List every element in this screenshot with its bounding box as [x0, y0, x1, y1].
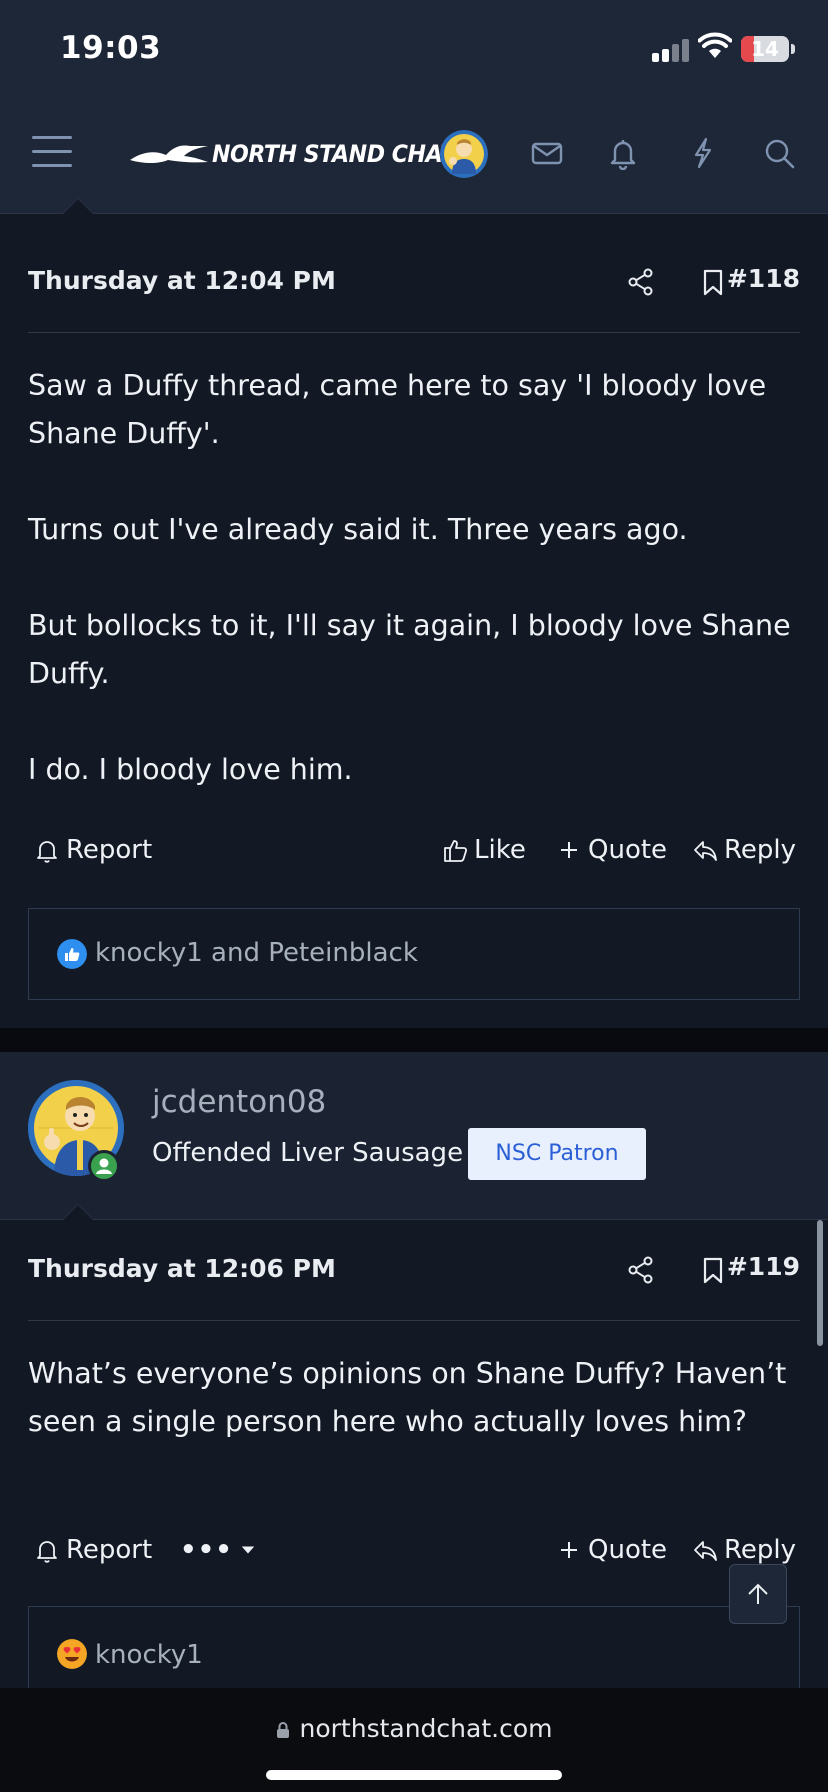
scrollbar[interactable]: [817, 1220, 823, 1346]
address-bar[interactable]: northstandchat.com: [0, 1714, 828, 1743]
status-time: 19:03: [60, 30, 162, 66]
post-paragraph: Turns out I've already said it. Three ye…: [28, 513, 688, 546]
post-paragraph: I do. I bloody love him.: [28, 753, 353, 786]
more-label: •••: [180, 1535, 233, 1565]
thumbs-up-icon: [444, 840, 468, 862]
battery-icon: 14: [741, 36, 789, 62]
heart-eyes-reaction-icon: [57, 1639, 87, 1669]
like-label: Like: [474, 835, 526, 865]
mail-icon[interactable]: [530, 136, 564, 170]
plus-icon: [561, 842, 577, 858]
post-notch: [62, 1204, 94, 1220]
post-notch: [62, 198, 94, 214]
post-separator: [0, 1028, 828, 1052]
post-date[interactable]: Thursday at 12:04 PM: [28, 266, 336, 295]
post-divider: [28, 332, 800, 333]
bell-icon: [37, 1541, 57, 1563]
site-logo[interactable]: NORTH STAND CHAT: [128, 138, 455, 172]
post-author-block: jcdenton08 Offended Liver Sausage NSC Pa…: [0, 1052, 828, 1220]
site-header: NORTH STAND CHAT: [0, 96, 828, 214]
reply-button[interactable]: Reply: [692, 828, 796, 872]
post-actions: Report ••• Quote Reply: [30, 1528, 802, 1572]
arrow-up-icon: [748, 1583, 768, 1604]
scroll-to-top-button[interactable]: [729, 1564, 787, 1624]
report-label: Report: [66, 1535, 153, 1565]
post-meta: Thursday at 12:04 PM #118: [28, 256, 800, 306]
more-actions-button[interactable]: •••: [180, 1528, 257, 1572]
reactions-text[interactable]: knocky1 and Peteinblack: [95, 909, 418, 997]
home-indicator[interactable]: [266, 1770, 562, 1780]
site-name: NORTH STAND CHAT: [212, 140, 455, 168]
post-body: Saw a Duffy thread, came here to say 'I …: [28, 362, 804, 794]
post-paragraph: What’s everyone’s opinions on Shane Duff…: [28, 1357, 787, 1438]
bell-icon[interactable]: [606, 136, 640, 171]
wifi-icon: [697, 32, 733, 60]
battery-percent: 14: [751, 37, 779, 61]
post-meta: Thursday at 12:06 PM #119: [28, 1244, 800, 1294]
online-status-icon: [88, 1150, 120, 1182]
reactions-bar[interactable]: knocky1 and Peteinblack: [28, 908, 800, 1000]
plus-icon: [561, 1542, 577, 1558]
username[interactable]: jcdenton08: [152, 1084, 326, 1120]
post-divider: [28, 1320, 800, 1321]
reply-icon: [694, 1541, 717, 1561]
seagull-logo-icon: [130, 145, 208, 163]
browser-bar: northstandchat.com: [0, 1688, 828, 1792]
quote-label: Quote: [588, 835, 668, 865]
quote-button[interactable]: Quote: [556, 828, 667, 872]
caret-down-icon: [241, 1546, 255, 1554]
account-avatar[interactable]: [440, 130, 488, 178]
post-number[interactable]: #119: [727, 1252, 800, 1281]
quote-label: Quote: [588, 1535, 668, 1565]
user-banner: NSC Patron: [468, 1128, 646, 1180]
bell-icon: [37, 841, 57, 863]
thumbs-up-reaction-icon: [57, 939, 87, 969]
bookmark-icon[interactable]: [700, 1256, 726, 1284]
status-bar: 19:03 14: [0, 0, 828, 96]
user-title: Offended Liver Sausage: [152, 1138, 464, 1168]
report-button[interactable]: Report: [34, 828, 152, 872]
battery-nub: [791, 44, 795, 54]
post-actions: Report Like Quote Reply: [30, 828, 802, 872]
reactions-text[interactable]: knocky1: [95, 1611, 203, 1699]
reply-icon: [694, 841, 717, 861]
bolt-icon[interactable]: [686, 136, 720, 170]
like-button[interactable]: Like: [442, 828, 526, 872]
post-paragraph: Saw a Duffy thread, came here to say 'I …: [28, 369, 767, 450]
post-body: What’s everyone’s opinions on Shane Duff…: [28, 1350, 804, 1446]
report-label: Report: [66, 835, 153, 865]
post: Thursday at 12:04 PM #118 Saw a Duffy th…: [0, 198, 828, 1028]
report-button[interactable]: Report: [34, 1528, 152, 1572]
menu-icon[interactable]: [32, 136, 72, 168]
post-number[interactable]: #118: [727, 264, 800, 293]
share-icon[interactable]: [628, 268, 654, 296]
lock-icon: [276, 1722, 289, 1738]
cellular-signal-icon: [652, 38, 692, 62]
reply-label: Reply: [724, 835, 797, 865]
post: jcdenton08 Offended Liver Sausage NSC Pa…: [0, 1052, 828, 1706]
bookmark-icon[interactable]: [700, 268, 726, 296]
quote-button[interactable]: Quote: [556, 1528, 667, 1572]
search-icon[interactable]: [762, 136, 796, 170]
url-text: northstandchat.com: [299, 1714, 553, 1743]
share-icon[interactable]: [628, 1256, 654, 1284]
post-paragraph: But bollocks to it, I'll say it again, I…: [28, 609, 791, 690]
post-date[interactable]: Thursday at 12:06 PM: [28, 1254, 336, 1283]
